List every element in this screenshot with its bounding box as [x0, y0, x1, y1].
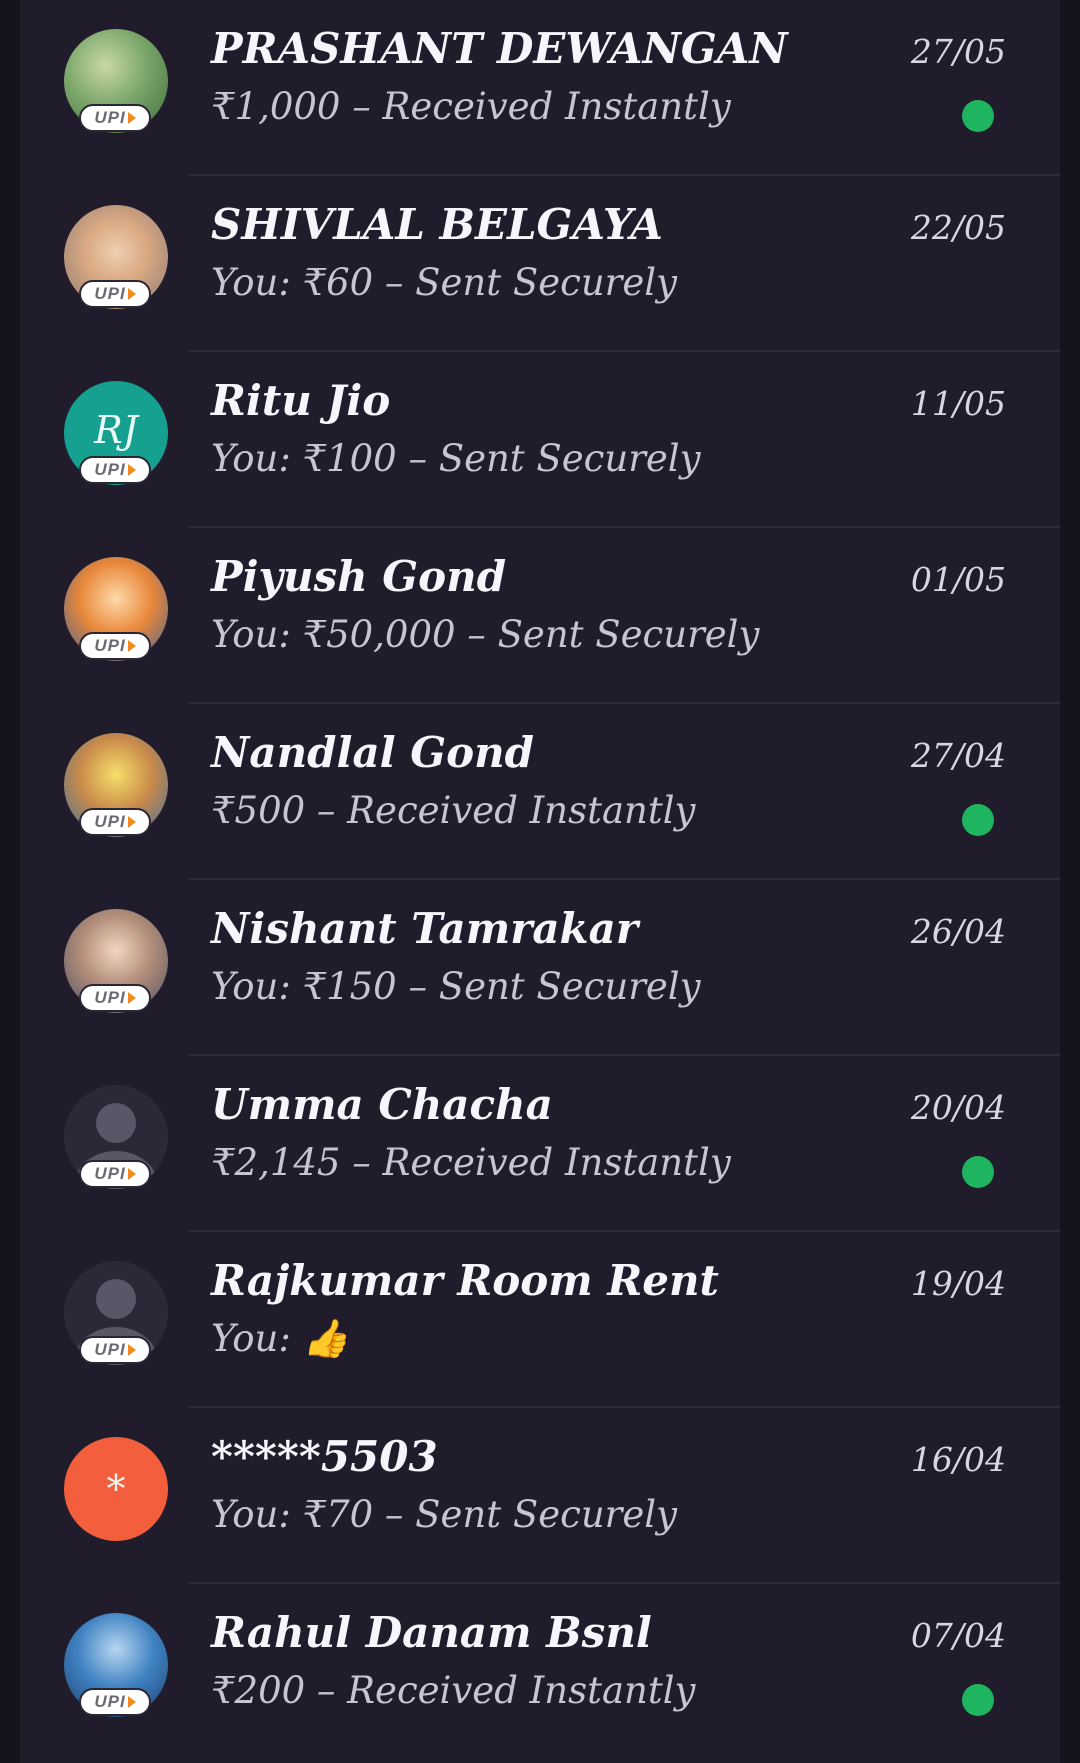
contact-name: Nishant Tamrakar	[211, 904, 638, 953]
contact-name: PRASHANT DEWANGAN	[211, 24, 788, 73]
conversation-row-masked-number[interactable]: * *****5503 You: ₹70 – Sent Securely 16/…	[20, 1408, 1060, 1584]
upi-badge-icon: UPI	[79, 280, 151, 308]
conversation-date: 11/05	[910, 384, 1006, 423]
last-transaction: You: ₹50,000 – Sent Securely	[211, 613, 760, 656]
last-transaction: ₹1,000 – Received Instantly	[211, 85, 731, 128]
conversation-date: 01/05	[910, 560, 1006, 599]
conversation-date: 22/05	[910, 208, 1006, 247]
conversation-date: 16/04	[910, 1440, 1006, 1479]
last-transaction: ₹2,145 – Received Instantly	[211, 1141, 731, 1184]
conversation-list[interactable]: UPI PRASHANT DEWANGAN ₹1,000 – Received …	[20, 0, 1060, 1763]
conversation-row-ritu-jio[interactable]: RJ UPI Ritu Jio You: ₹100 – Sent Securel…	[20, 352, 1060, 528]
last-transaction: You: ₹60 – Sent Securely	[211, 261, 678, 304]
last-message: You: 👍	[211, 1317, 349, 1360]
contact-name: Ritu Jio	[211, 376, 391, 425]
conversation-row-piyush-gond[interactable]: UPI Piyush Gond You: ₹50,000 – Sent Secu…	[20, 528, 1060, 704]
last-transaction: ₹500 – Received Instantly	[211, 789, 696, 832]
conversation-row-rahul-danam-bsnl[interactable]: UPI Rahul Danam Bsnl ₹200 – Received Ins…	[20, 1584, 1060, 1760]
last-transaction: You: ₹70 – Sent Securely	[211, 1493, 678, 1536]
unread-indicator	[962, 804, 994, 836]
conversation-date: 19/04	[910, 1264, 1006, 1303]
conversation-date: 26/04	[910, 912, 1006, 951]
avatar-initials: *	[106, 1467, 126, 1511]
conversation-date: 20/04	[910, 1088, 1006, 1127]
avatar-initials: RJ	[94, 408, 138, 452]
conversation-row-nishant-tamrakar[interactable]: UPI Nishant Tamrakar You: ₹150 – Sent Se…	[20, 880, 1060, 1056]
conversation-row-prashant-dewangan[interactable]: UPI PRASHANT DEWANGAN ₹1,000 – Received …	[20, 0, 1060, 176]
upi-badge-icon: UPI	[79, 104, 151, 132]
conversation-row-nandlal-gond[interactable]: UPI Nandlal Gond ₹500 – Received Instant…	[20, 704, 1060, 880]
unread-indicator	[962, 1684, 994, 1716]
upi-badge-icon: UPI	[79, 1336, 151, 1364]
upi-badge-icon: UPI	[79, 808, 151, 836]
conversation-date: 07/04	[910, 1616, 1006, 1655]
upi-badge-icon: UPI	[79, 632, 151, 660]
unread-indicator	[962, 1156, 994, 1188]
last-transaction: You: ₹100 – Sent Securely	[211, 437, 701, 480]
upi-badge-icon: UPI	[79, 456, 151, 484]
avatar[interactable]: *	[64, 1437, 168, 1541]
contact-name: Umma Chacha	[211, 1080, 553, 1129]
conversation-row-rajkumar-room-rent[interactable]: UPI Rajkumar Room Rent You: 👍 19/04	[20, 1232, 1060, 1408]
contact-name: Rahul Danam Bsnl	[211, 1608, 652, 1657]
upi-badge-icon: UPI	[79, 1688, 151, 1716]
last-transaction: ₹200 – Received Instantly	[211, 1669, 696, 1712]
conversation-date: 27/05	[910, 32, 1006, 71]
conversation-date: 27/04	[910, 736, 1006, 775]
contact-name: Nandlal Gond	[211, 728, 535, 777]
upi-badge-icon: UPI	[79, 984, 151, 1012]
contact-name: Rajkumar Room Rent	[211, 1256, 719, 1305]
conversation-row-umma-chacha[interactable]: UPI Umma Chacha ₹2,145 – Received Instan…	[20, 1056, 1060, 1232]
contact-name: *****5503	[211, 1432, 438, 1481]
screen: UPI PRASHANT DEWANGAN ₹1,000 – Received …	[0, 0, 1080, 1763]
conversation-row-shivlal-belgaya[interactable]: UPI SHIVLAL BELGAYA You: ₹60 – Sent Secu…	[20, 176, 1060, 352]
contact-name: Piyush Gond	[211, 552, 507, 601]
upi-badge-icon: UPI	[79, 1160, 151, 1188]
last-transaction: You: ₹150 – Sent Securely	[211, 965, 701, 1008]
unread-indicator	[962, 100, 994, 132]
contact-name: SHIVLAL BELGAYA	[211, 200, 663, 249]
